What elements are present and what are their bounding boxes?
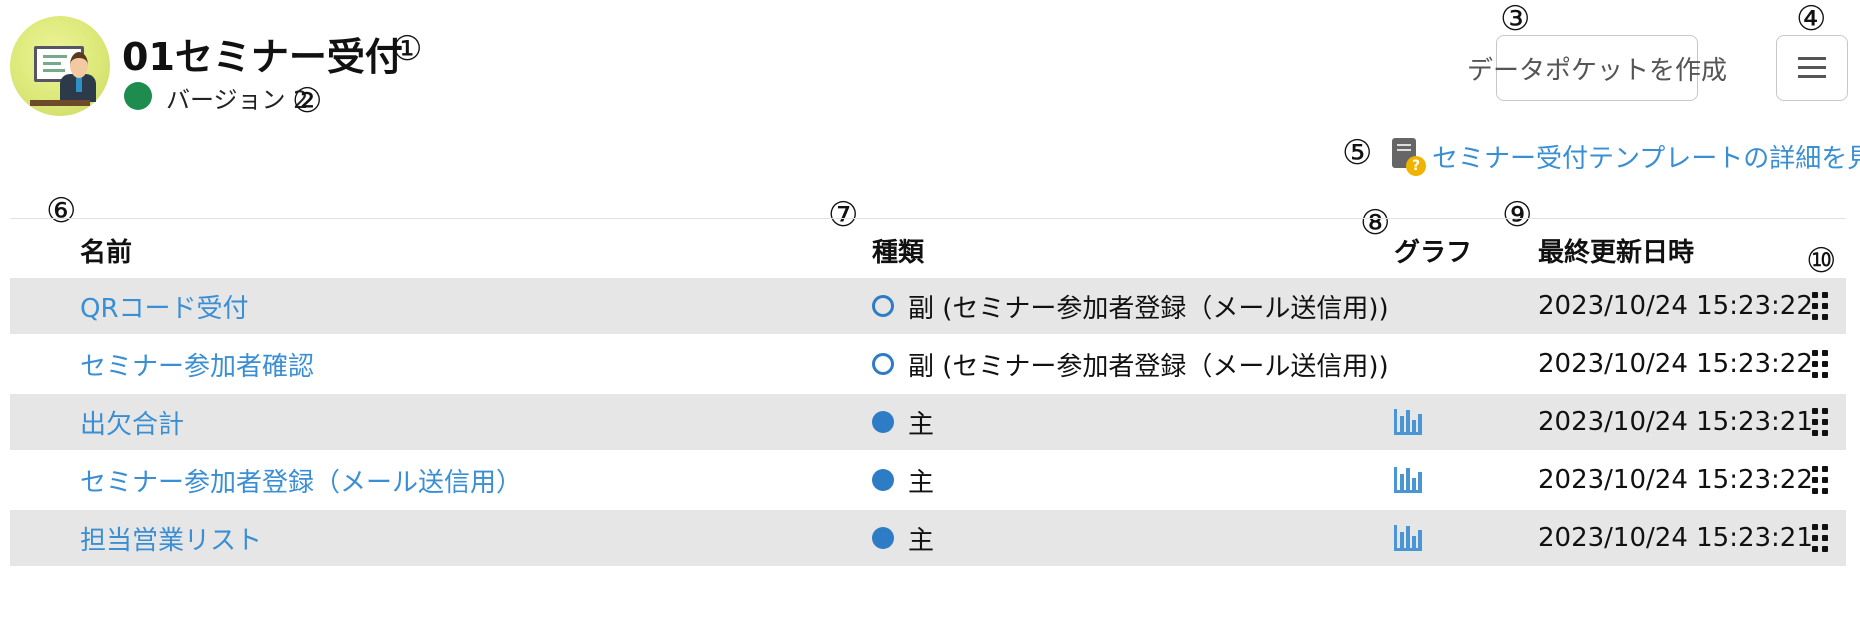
create-data-pocket-button[interactable]: データポケットを作成 (1467, 35, 1727, 101)
column-header-name: 名前 (80, 238, 133, 268)
row-type-label: 主 (908, 409, 935, 440)
marker-3: ③ (1500, 0, 1531, 39)
table-row[interactable]: 担当営業リスト 主 2023/10/24 15:23:21 (10, 510, 1846, 566)
marker-1: ① (392, 29, 423, 69)
row-type-label: 主 (908, 467, 935, 498)
page-title: 01セミナー受付 (122, 35, 403, 79)
bar-chart-icon (1394, 409, 1422, 435)
marker-4: ④ (1796, 0, 1827, 39)
row-name-link[interactable]: セミナー参加者確認 (80, 336, 314, 392)
row-type-label: 主 (908, 525, 935, 556)
marker-5: ⑤ (1342, 133, 1373, 173)
table-row[interactable]: QRコード受付 副 (セミナー参加者登録（メール送信用)) 2023/10/24 1… (10, 278, 1846, 334)
row-type: 主 (872, 394, 934, 450)
row-updated-datetime: 2023/10/24 15:23:22 (1538, 349, 1813, 379)
row-name-link[interactable]: 出欠合計 (80, 394, 184, 450)
graph-button[interactable] (1394, 452, 1422, 508)
column-header-graph: グラフ (1394, 238, 1473, 268)
row-type: 副 (セミナー参加者登録（メール送信用)) (872, 278, 1389, 334)
table-row[interactable]: セミナー参加者登録（メール送信用） 主 2023/10/24 15:23:22 (10, 452, 1846, 508)
row-type-label: 副 (セミナー参加者登録（メール送信用)) (908, 293, 1389, 324)
table-divider (10, 218, 1846, 219)
column-header-updated: 最終更新日時 (1538, 238, 1695, 268)
row-updated-datetime: 2023/10/24 15:23:22 (1538, 465, 1813, 495)
row-updated-datetime: 2023/10/24 15:23:21 (1538, 523, 1813, 553)
main-type-filled-circle-icon (872, 527, 894, 549)
document-help-icon: ? (1392, 138, 1426, 176)
row-drag-handle[interactable] (1812, 336, 1828, 392)
row-type: 主 (872, 452, 934, 508)
hamburger-menu-icon (1798, 57, 1826, 79)
row-drag-handle[interactable] (1812, 452, 1828, 508)
row-name-link[interactable]: QRコード受付 (80, 278, 249, 334)
sub-type-hollow-circle-icon (872, 295, 894, 317)
drag-handle-icon (1812, 466, 1828, 494)
row-drag-handle[interactable] (1812, 394, 1828, 450)
row-name-link[interactable]: 担当営業リスト (80, 510, 262, 566)
template-details-link[interactable]: セミナー受付テンプレートの詳細を見る (1432, 138, 1860, 175)
row-name-link[interactable]: セミナー参加者登録（メール送信用） (80, 452, 522, 508)
menu-button[interactable] (1776, 35, 1848, 101)
column-header-type: 種類 (872, 238, 925, 268)
graph-button[interactable] (1394, 394, 1422, 450)
row-drag-handle[interactable] (1812, 278, 1828, 334)
row-drag-handle[interactable] (1812, 510, 1828, 566)
row-updated-datetime: 2023/10/24 15:23:21 (1538, 407, 1813, 437)
bar-chart-icon (1394, 467, 1422, 493)
drag-handle-icon (1812, 524, 1828, 552)
marker-10: ⑩ (1806, 241, 1837, 281)
sub-type-hollow-circle-icon (872, 353, 894, 375)
row-type: 副 (セミナー参加者登録（メール送信用)) (872, 336, 1389, 392)
main-type-filled-circle-icon (872, 411, 894, 433)
marker-7: ⑦ (828, 195, 859, 235)
graph-button[interactable] (1394, 510, 1422, 566)
main-type-filled-circle-icon (872, 469, 894, 491)
row-type: 主 (872, 510, 934, 566)
row-updated-datetime: 2023/10/24 15:23:22 (1538, 291, 1813, 321)
version-label: バージョン 2 (166, 86, 309, 114)
bar-chart-icon (1394, 525, 1422, 551)
drag-handle-icon (1812, 408, 1828, 436)
marker-8: ⑧ (1360, 203, 1391, 243)
marker-6: ⑥ (46, 191, 77, 231)
marker-9: ⑨ (1502, 195, 1533, 235)
row-type-label: 副 (セミナー参加者登録（メール送信用)) (908, 351, 1389, 382)
marker-2: ② (292, 81, 323, 121)
app-icon (10, 16, 110, 116)
drag-handle-icon (1812, 292, 1828, 320)
drag-handle-icon (1812, 350, 1828, 378)
table-row[interactable]: セミナー参加者確認 副 (セミナー参加者登録（メール送信用)) 2023/10/24… (10, 336, 1846, 392)
table-row[interactable]: 出欠合計 主 2023/10/24 15:23:21 (10, 394, 1846, 450)
status-dot-icon (124, 82, 152, 110)
